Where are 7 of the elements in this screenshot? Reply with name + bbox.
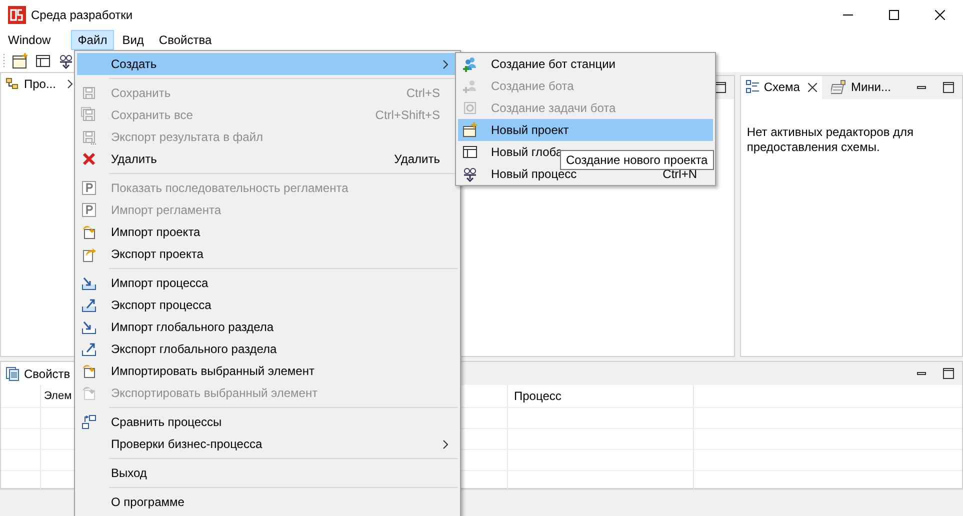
empty-message: Нет активных редакторов для предоставления схемы.: [746, 124, 915, 155]
shortcut-label: Удалить: [394, 152, 441, 166]
shortcut-label: Ctrl+Shift+S: [375, 108, 441, 122]
window-title: Среда разработки: [31, 8, 133, 22]
shortcut-label: Ctrl+N: [662, 167, 698, 181]
shortcut-label: Ctrl+S: [406, 86, 441, 100]
tooltip: Создание нового проекта: [560, 150, 714, 170]
